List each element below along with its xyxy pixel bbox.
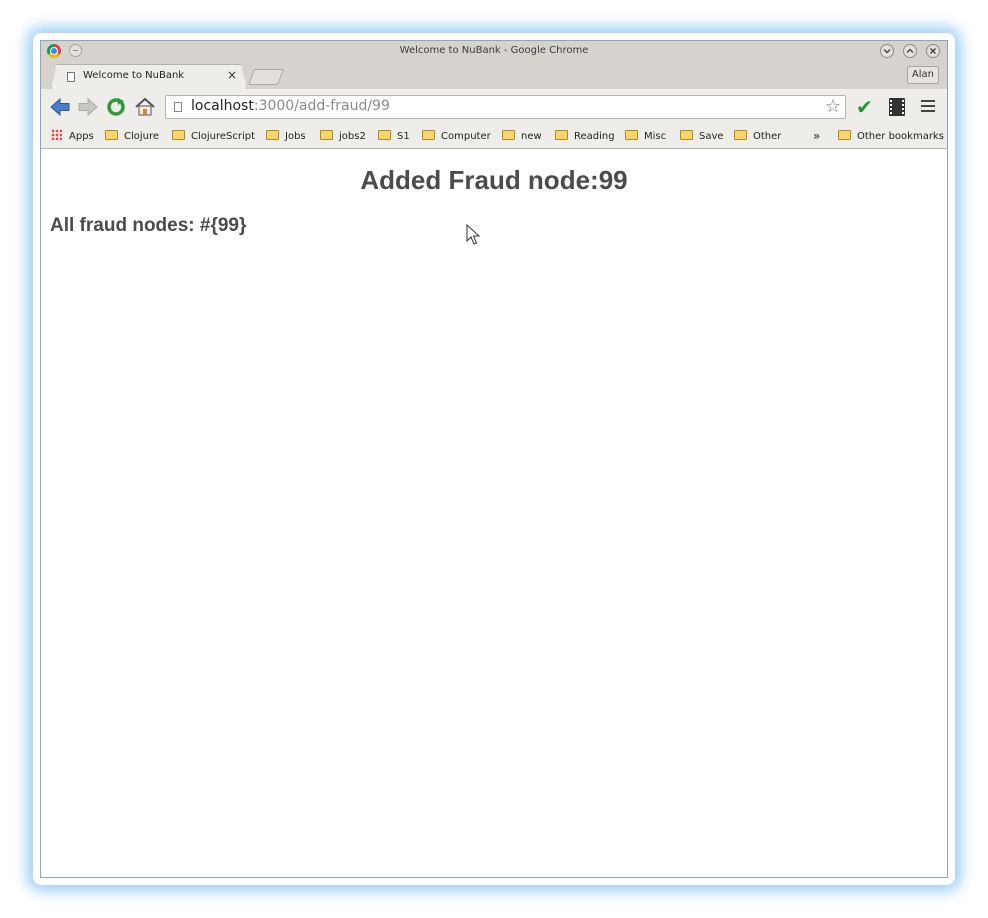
reload-icon: [107, 98, 125, 116]
folder-icon: [422, 130, 435, 140]
bookmark-folder-clojurescript[interactable]: ClojureScript: [172, 128, 255, 145]
checkmark-extension-icon[interactable]: ✔: [856, 95, 873, 119]
address-bar[interactable]: localhost:3000/add-fraud/99 ☆: [165, 95, 846, 119]
bookmark-label: Clojure: [124, 131, 160, 142]
page-icon: [67, 72, 75, 82]
forward-arrow-icon: [78, 97, 98, 117]
reload-button[interactable]: [105, 97, 127, 117]
bookmark-folder-new[interactable]: new: [502, 128, 542, 145]
bookmark-label: jobs2: [339, 131, 366, 142]
back-button[interactable]: [49, 97, 71, 117]
tab-welcome[interactable]: Welcome to NuBank ×: [59, 66, 239, 89]
bookmark-folder-jobs[interactable]: Jobs: [266, 128, 306, 145]
folder-icon: [320, 130, 333, 140]
chevron-down-icon: [883, 49, 891, 54]
bookmarks-bar: Apps Clojure ClojureScript Jobs jobs2 S1…: [41, 125, 947, 149]
folder-icon: [378, 130, 391, 140]
tab-title: Welcome to NuBank: [83, 70, 185, 81]
folder-icon: [105, 130, 118, 140]
bookmark-folder-reading[interactable]: Reading: [555, 128, 615, 145]
bookmark-folder-save[interactable]: Save: [680, 128, 724, 145]
menu-icon[interactable]: [921, 97, 935, 115]
bookmark-folder-jobs2[interactable]: jobs2: [320, 128, 366, 145]
bookmark-label: Misc: [644, 131, 667, 142]
bookmark-folder-misc[interactable]: Misc: [625, 128, 666, 145]
close-window-button[interactable]: [926, 44, 940, 58]
chevron-up-icon: [906, 48, 914, 53]
close-icon: [930, 48, 936, 54]
bookmark-label: S1: [397, 131, 410, 142]
toolbar: localhost:3000/add-fraud/99 ☆ ✔: [41, 89, 947, 125]
bookmark-label: Apps: [69, 131, 94, 142]
new-tab-button[interactable]: [248, 69, 284, 85]
bookmark-label: Save: [699, 131, 724, 142]
film-extension-icon[interactable]: [889, 98, 905, 116]
mouse-cursor-icon: [466, 224, 480, 245]
home-icon: [135, 97, 155, 116]
bookmark-apps[interactable]: Apps: [51, 128, 94, 145]
tab-close-icon[interactable]: ×: [227, 68, 237, 82]
url-text[interactable]: localhost:3000/add-fraud/99: [191, 98, 390, 114]
bookmark-label: Reading: [574, 131, 615, 142]
folder-icon: [502, 130, 515, 140]
browser-window: Welcome to NuBank - Google Chrome Welcom…: [40, 40, 948, 878]
folder-icon: [266, 130, 279, 140]
bookmark-star-icon[interactable]: ☆: [825, 96, 841, 118]
url-host: localhost: [191, 98, 254, 114]
bookmark-folder-other[interactable]: Other: [734, 128, 781, 145]
title-bar[interactable]: Welcome to NuBank - Google Chrome: [41, 41, 947, 62]
folder-icon: [172, 130, 185, 140]
bookmark-label: Computer: [441, 131, 491, 142]
bookmark-label: ClojureScript: [191, 131, 256, 142]
bookmark-label: Other: [753, 131, 782, 142]
profile-button[interactable]: Alan: [906, 66, 939, 84]
bookmark-label: Other bookmarks: [857, 131, 944, 142]
folder-icon: [625, 130, 638, 140]
folder-icon: [838, 130, 851, 140]
bookmark-folder-computer[interactable]: Computer: [422, 128, 491, 145]
folder-icon: [555, 130, 568, 140]
page-heading: Added Fraud node:99: [360, 165, 628, 195]
folder-icon: [734, 130, 747, 140]
home-button[interactable]: [134, 97, 156, 117]
bookmark-folder-clojure[interactable]: Clojure: [105, 128, 159, 145]
minimize-button[interactable]: [880, 44, 894, 58]
page-icon: [174, 102, 182, 112]
page-content: Added Fraud node:99 All fraud nodes: #{9…: [41, 149, 947, 877]
bookmark-label: new: [521, 131, 542, 142]
bookmarks-overflow-button[interactable]: »: [813, 128, 820, 145]
apps-grid-icon: [51, 129, 62, 140]
folder-icon: [680, 130, 693, 140]
maximize-button[interactable]: [903, 44, 917, 58]
bookmark-label: Jobs: [285, 131, 306, 142]
url-path: :3000/add-fraud/99: [253, 98, 390, 114]
back-arrow-icon: [50, 97, 70, 117]
bookmark-folder-s1[interactable]: S1: [378, 128, 410, 145]
fraud-nodes-list: All fraud nodes: #{99}: [50, 215, 247, 236]
window-title: Welcome to NuBank - Google Chrome: [399, 45, 589, 56]
other-bookmarks-folder[interactable]: Other bookmarks: [838, 128, 944, 145]
forward-button[interactable]: [77, 97, 99, 117]
